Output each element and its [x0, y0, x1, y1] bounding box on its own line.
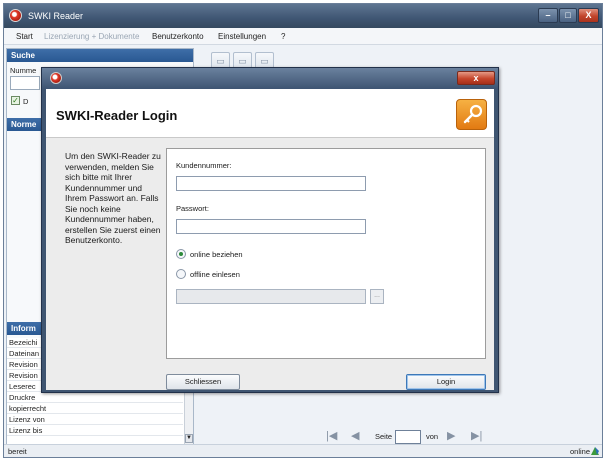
- search-label: Numme: [10, 66, 37, 75]
- menu-licensing[interactable]: Lizenzierung + Dokumente: [44, 32, 139, 41]
- title-bar[interactable]: SWKI Reader – □ X: [4, 4, 602, 28]
- password-label: Passwort:: [176, 204, 209, 213]
- first-page-icon[interactable]: |◀: [326, 429, 337, 442]
- dialog-close-button[interactable]: x: [457, 71, 495, 85]
- browse-button: ...: [370, 289, 384, 304]
- window-title: SWKI Reader: [28, 11, 84, 21]
- dialog-logo-icon: [50, 72, 62, 84]
- minimize-button[interactable]: –: [538, 8, 558, 23]
- close-dialog-button[interactable]: Schliessen: [166, 374, 240, 390]
- menu-account[interactable]: Benutzerkonto: [152, 32, 204, 41]
- dialog-title-bar[interactable]: x: [42, 68, 498, 89]
- offline-radio[interactable]: [176, 269, 186, 279]
- online-icon: [591, 447, 599, 455]
- customer-number-label: Kundennummer:: [176, 161, 232, 170]
- app-logo-icon: [9, 9, 22, 22]
- login-dialog: x SWKI-Reader Login Um den SWKI-Reader z…: [41, 67, 499, 393]
- search-header: Suche: [7, 49, 193, 62]
- info-row: Lizenz bis: [7, 426, 183, 436]
- info-row: kopierrecht: [7, 404, 183, 414]
- password-input[interactable]: [176, 219, 366, 234]
- next-page-icon[interactable]: ▶: [447, 429, 455, 442]
- search-input[interactable]: [10, 76, 40, 90]
- status-bar: bereit online: [4, 444, 602, 457]
- page-label: Seite: [375, 432, 393, 441]
- menu-help[interactable]: ?: [281, 32, 285, 41]
- file-path-field: [176, 289, 366, 304]
- offline-radio-label: offline einlesen: [190, 270, 240, 279]
- key-icon: [456, 99, 487, 130]
- prev-page-icon[interactable]: ◀: [351, 429, 359, 442]
- online-radio-label: online beziehen: [190, 250, 243, 259]
- dialog-header: SWKI-Reader Login: [46, 89, 494, 138]
- online-radio[interactable]: [176, 249, 186, 259]
- checkbox-label: D: [23, 97, 29, 106]
- scroll-down-icon[interactable]: ▼: [185, 434, 193, 443]
- dialog-heading: SWKI-Reader Login: [56, 108, 178, 123]
- intro-text: Um den SWKI-Reader zu verwenden, melden …: [65, 151, 161, 245]
- dialog-body: SWKI-Reader Login Um den SWKI-Reader zu …: [46, 89, 494, 390]
- page-input[interactable]: [395, 430, 421, 444]
- pager: |◀ ◀ Seite von ▶ ▶|: [197, 424, 602, 446]
- online-status: online: [570, 447, 591, 456]
- status-text: bereit: [8, 447, 27, 456]
- login-button[interactable]: Login: [406, 374, 486, 390]
- info-row: Druckre: [7, 393, 183, 403]
- login-form: Kundennummer: Passwort: online beziehen …: [166, 148, 486, 359]
- menu-start[interactable]: Start: [16, 32, 33, 41]
- menu-bar: Start Lizenzierung + Dokumente Benutzerk…: [4, 28, 602, 45]
- customer-number-input[interactable]: [176, 176, 366, 191]
- filter-checkbox[interactable]: ✓: [11, 96, 20, 105]
- info-row: Lizenz von: [7, 415, 183, 425]
- close-button[interactable]: X: [578, 8, 599, 23]
- last-page-icon[interactable]: ▶|: [471, 429, 482, 442]
- of-label: von: [426, 432, 439, 441]
- menu-settings[interactable]: Einstellungen: [218, 32, 266, 41]
- maximize-button[interactable]: □: [559, 8, 577, 23]
